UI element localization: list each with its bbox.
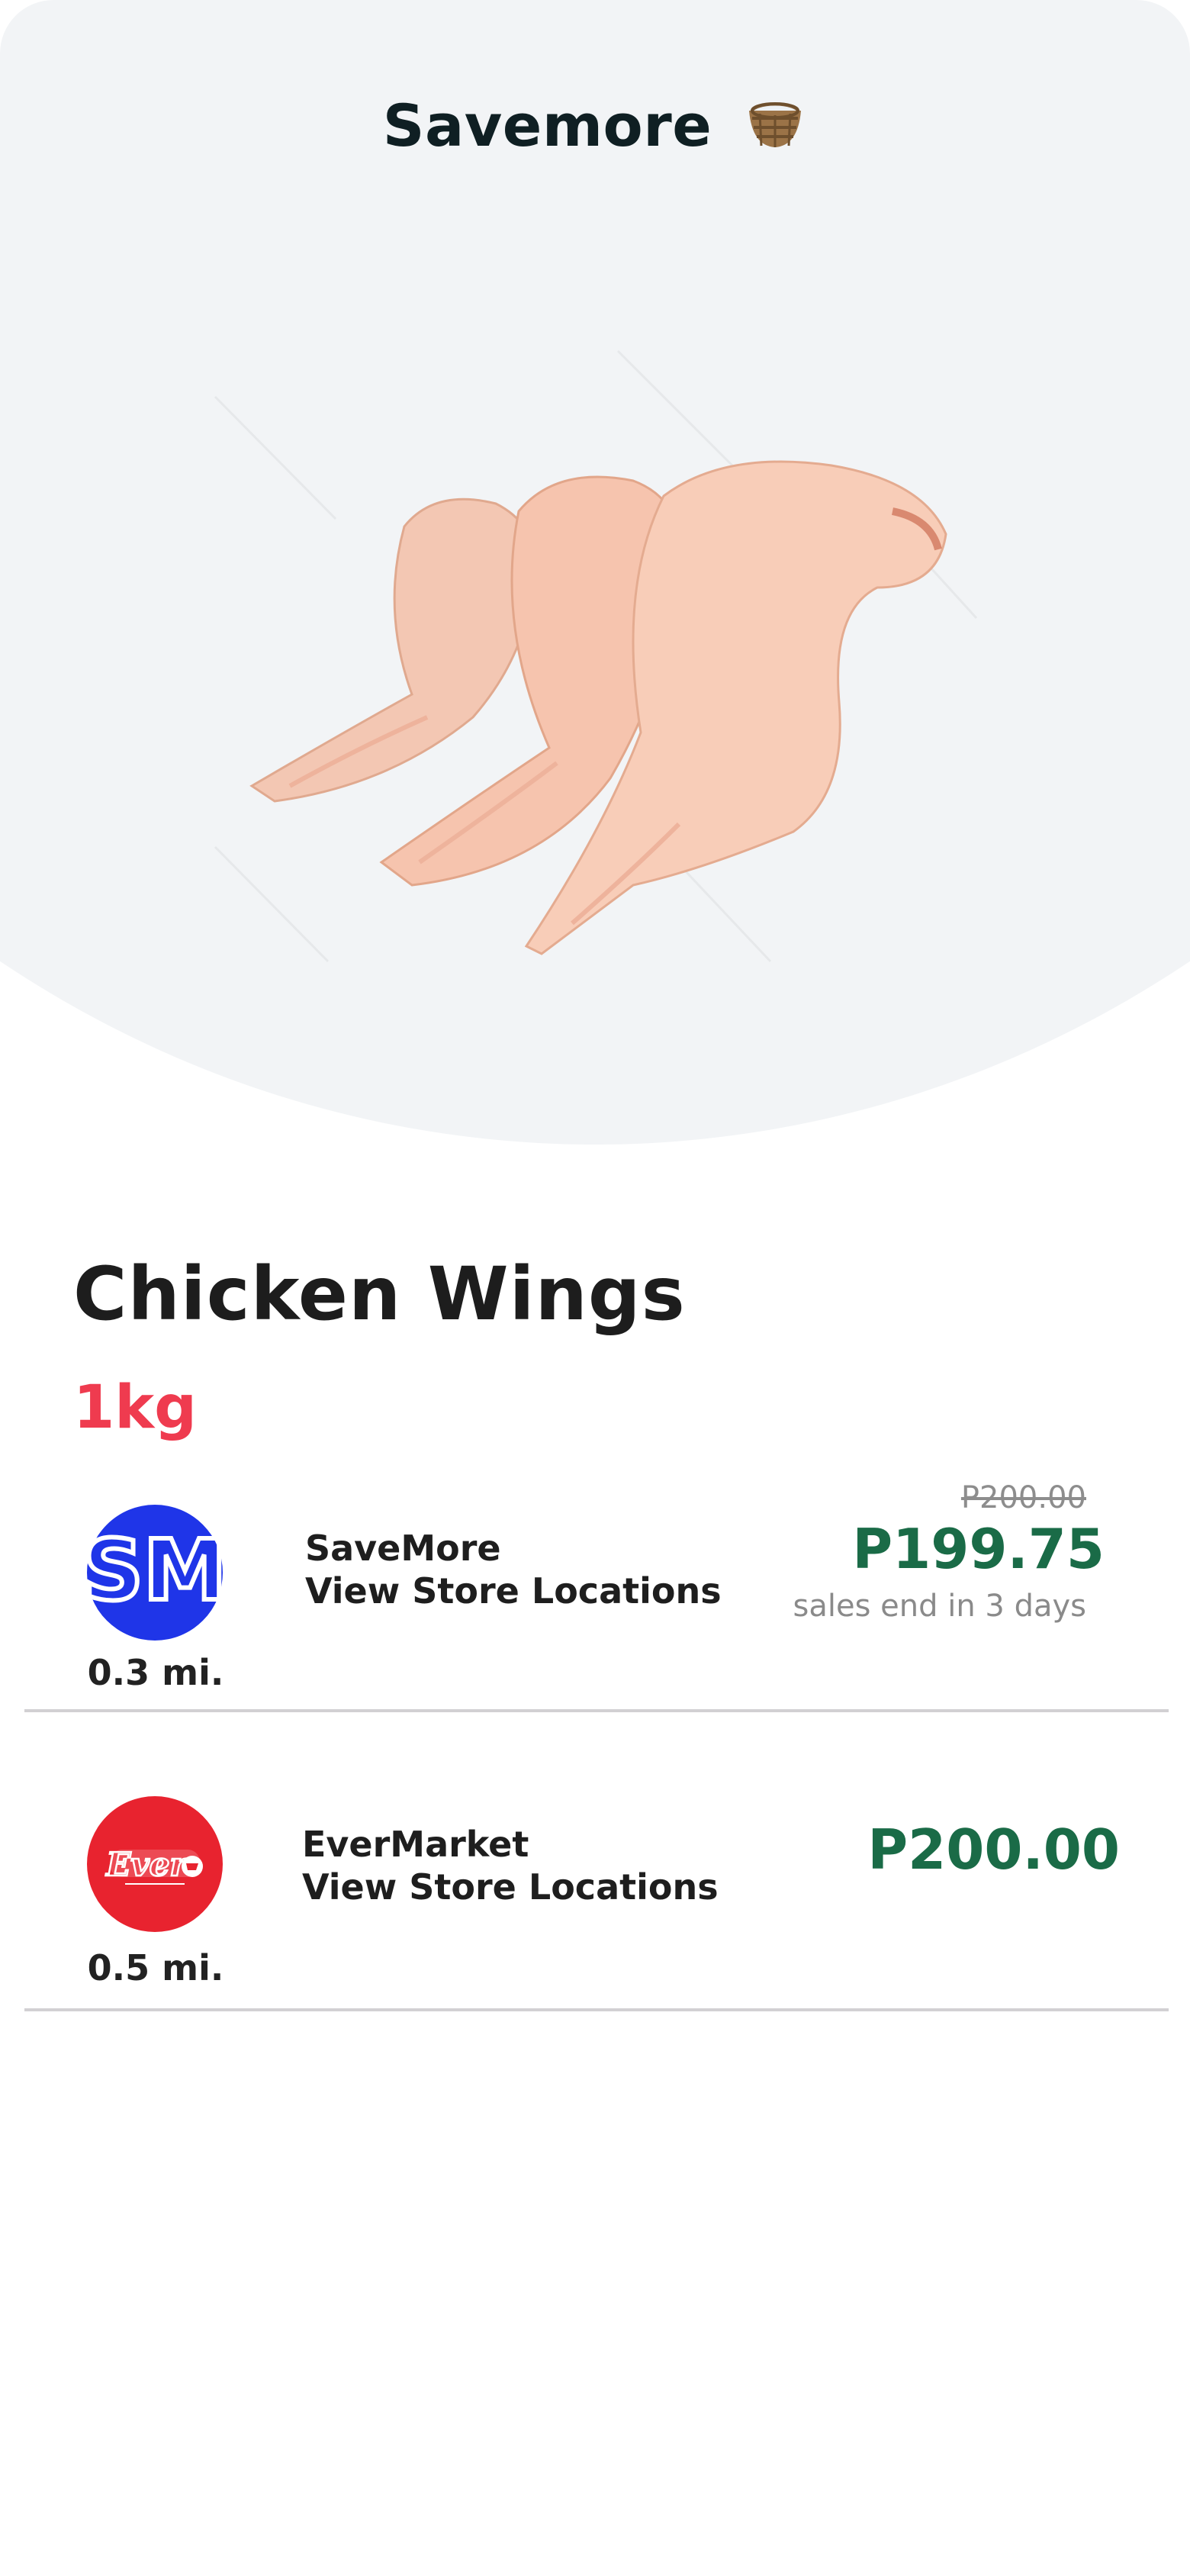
chicken-wings-image [206, 336, 999, 977]
store-row[interactable]: Ever 0.5 mi. EverMarket View Store Locat… [24, 1778, 1169, 2011]
store-distance: 0.3 mi. [87, 1652, 224, 1693]
view-store-locations-link[interactable]: View Store Locations [302, 1866, 719, 1908]
savemore-logo-icon: SM [81, 1505, 229, 1641]
page-title: Savemore [0, 92, 1190, 164]
product-name: Chicken Wings [73, 1251, 686, 1337]
store-price: P200.00 [867, 1818, 1120, 1882]
page-title-text: Savemore [382, 92, 712, 159]
store-name: EverMarket [302, 1824, 529, 1865]
svg-text:Ever: Ever [105, 1846, 188, 1883]
sale-note: sales end in 3 days [793, 1589, 1086, 1624]
store-price: P199.75 [852, 1517, 1105, 1581]
store-distance: 0.5 mi. [87, 1947, 224, 1988]
store-name: SaveMore [305, 1528, 501, 1569]
evermarket-logo-icon: Ever [87, 1796, 223, 1932]
product-detail-screen: Savemore Chicken Wings 1kg SM 0.3 mi. Sa… [0, 0, 1190, 2576]
basket-icon [743, 92, 807, 164]
store-row[interactable]: SM 0.3 mi. SaveMore View Store Locations… [24, 1480, 1169, 1712]
product-size: 1kg [73, 1373, 197, 1442]
original-price: P200.00 [960, 1480, 1086, 1515]
svg-text:SM: SM [87, 1521, 223, 1619]
view-store-locations-link[interactable]: View Store Locations [305, 1570, 722, 1612]
